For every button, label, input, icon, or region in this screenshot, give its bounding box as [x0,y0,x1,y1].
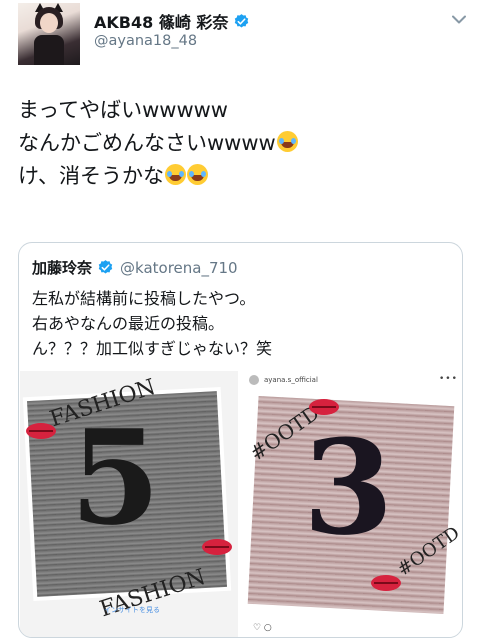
more-options-icon[interactable]: ••• [439,374,458,384]
quote-text: 左私が結構前に投稿したやつ。 右あやなんの最近の投稿。 ん？？？加工似すぎじゃな… [32,286,272,361]
quote-line: 左私が結構前に投稿したやつ。 [32,289,256,308]
tweet-header: AKB48 篠崎 彩奈 @ayana18_48 [0,0,480,78]
insight-link[interactable]: インサイトを見る [104,605,160,615]
face-with-tears-of-joy-icon [186,164,208,185]
avatar-dress [34,35,64,65]
author-name[interactable]: AKB48 篠崎 彩奈 [94,9,250,33]
avatar[interactable] [18,3,80,65]
tweet-line: まってやばいwwwww [18,94,298,127]
lips-icon [309,399,339,415]
tweet-line-text: け、消そうかな [18,164,164,188]
tweet-line-text: まってやばいwwwww [18,98,228,122]
face-with-tears-of-joy-icon [164,164,186,185]
ig-avatar [249,375,259,385]
ig-actions-icon[interactable]: ♡ ○ [253,623,272,633]
tweet-line: なんかごめんなさいwwww [18,127,298,160]
overlay-number: 3 [303,411,394,564]
quoted-tweet[interactable]: 加藤玲奈 @katorena_710 左私が結構前に投稿したやつ。 右あやなんの… [18,242,463,638]
ig-header: ayana.s_official [249,375,318,385]
overlay-number: 5 [70,401,161,554]
tweet-text: まってやばいwwwww なんかごめんなさいwwww け、消そうかな [18,94,298,193]
lips-icon [371,575,401,591]
chevron-down-icon[interactable] [452,15,466,25]
tweet-line-text: なんかごめんなさいwwww [18,131,276,155]
author-name-text[interactable]: AKB48 篠崎 彩奈 [94,9,228,33]
lips-icon [202,539,232,555]
quote-line: ん？？？加工似すぎじゃない？笑 [32,339,273,358]
verified-badge-icon [235,13,249,28]
quote-author[interactable]: 加藤玲奈 @katorena_710 [32,257,238,278]
face-with-tears-of-joy-icon [276,131,298,152]
author-handle[interactable]: @ayana18_48 [94,33,197,49]
avatar-face [40,13,58,33]
quote-media-right[interactable]: ayana.s_official ••• 3 #OOTD #OOTD ♡ ○ [243,371,461,637]
verified-badge-icon [98,260,113,274]
quote-author-name[interactable]: 加藤玲奈 [32,257,92,278]
quote-author-handle[interactable]: @katorena_710 [120,259,238,277]
ig-account: ayana.s_official [264,376,318,384]
quote-media-left[interactable]: 5 FASHION FASHION インサイトを見る [20,371,238,637]
tweet-line: け、消そうかな [18,160,298,193]
lips-icon [26,423,56,439]
quote-line: 右あやなんの最近の投稿。 [32,314,225,333]
